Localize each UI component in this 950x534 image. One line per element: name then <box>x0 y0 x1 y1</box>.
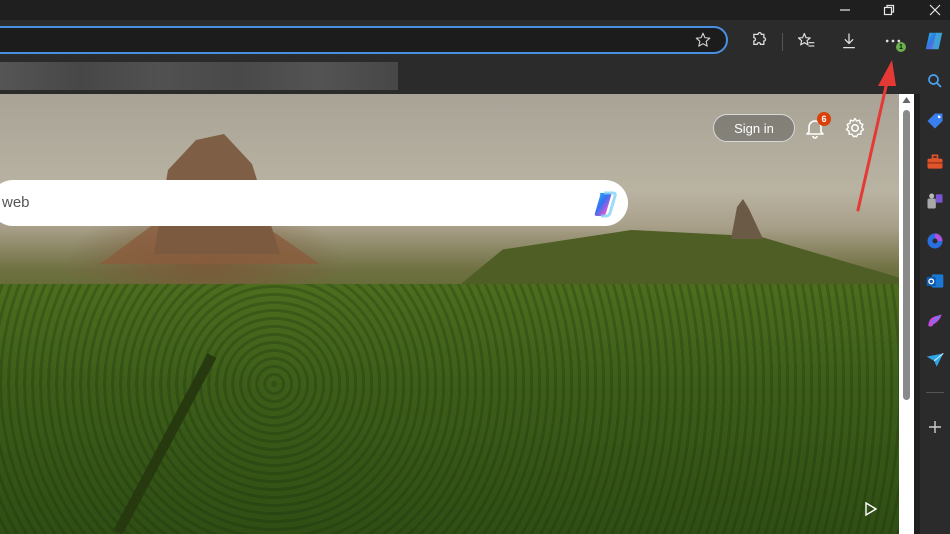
tools-icon <box>927 154 943 169</box>
copilot-button[interactable] <box>923 30 945 52</box>
favorites-button[interactable] <box>795 30 817 52</box>
games-icon <box>927 193 943 209</box>
favorites-icon <box>797 32 815 47</box>
restore-button[interactable] <box>874 0 904 20</box>
downloads-button[interactable] <box>838 30 860 52</box>
send-icon <box>926 352 944 367</box>
web-search-box[interactable]: web <box>0 180 628 226</box>
scroll-up-icon[interactable] <box>902 96 911 104</box>
minimize-icon <box>840 9 850 11</box>
search-icon <box>928 74 942 88</box>
minimize-button[interactable] <box>830 0 860 20</box>
page-scrollbar[interactable] <box>899 94 914 534</box>
sidebar-shopping[interactable] <box>924 110 946 132</box>
shopping-tag-icon <box>927 113 943 129</box>
blurred-favorites <box>0 62 398 90</box>
extensions-button[interactable] <box>747 30 769 52</box>
close-button[interactable] <box>920 0 950 20</box>
sidebar-send[interactable] <box>924 349 946 371</box>
notification-badge: 6 <box>817 112 831 126</box>
copilot-search-icon[interactable] <box>589 189 621 219</box>
sidebar-divider <box>926 392 944 393</box>
sidebar-outlook[interactable] <box>924 270 946 292</box>
favorites-bar <box>0 62 920 94</box>
add-icon <box>929 421 941 433</box>
extensions-icon <box>753 32 767 45</box>
play-video-icon[interactable] <box>865 502 877 516</box>
favorite-star-icon[interactable] <box>694 31 712 49</box>
rock-spire <box>731 199 763 239</box>
toolbar-divider <box>782 33 783 51</box>
designer-icon <box>928 314 942 327</box>
close-icon <box>929 4 941 16</box>
sidebar-games[interactable] <box>924 190 946 212</box>
more-options-badge: 1 <box>896 42 906 52</box>
sidebar-copilot-pro[interactable] <box>924 230 946 252</box>
browser-toolbar <box>0 20 950 62</box>
edge-sidebar <box>920 62 950 534</box>
sign-in-button[interactable]: Sign in <box>713 114 795 142</box>
scroll-thumb[interactable] <box>903 110 910 400</box>
search-placeholder[interactable]: web <box>2 194 30 211</box>
sidebar-designer[interactable] <box>924 310 946 332</box>
downloads-icon <box>843 33 855 49</box>
settings-gear-icon[interactable] <box>843 116 867 140</box>
address-bar[interactable] <box>0 26 728 54</box>
copilot-pro-icon <box>927 233 943 249</box>
new-tab-background: Sign in 6 web <box>0 94 914 534</box>
sidebar-tools[interactable] <box>924 151 946 173</box>
sidebar-search[interactable] <box>924 70 946 92</box>
title-bar <box>0 0 950 20</box>
restore-icon <box>883 4 895 16</box>
outlook-icon <box>926 274 944 288</box>
copilot-icon <box>925 32 943 50</box>
sidebar-add[interactable] <box>924 416 946 438</box>
